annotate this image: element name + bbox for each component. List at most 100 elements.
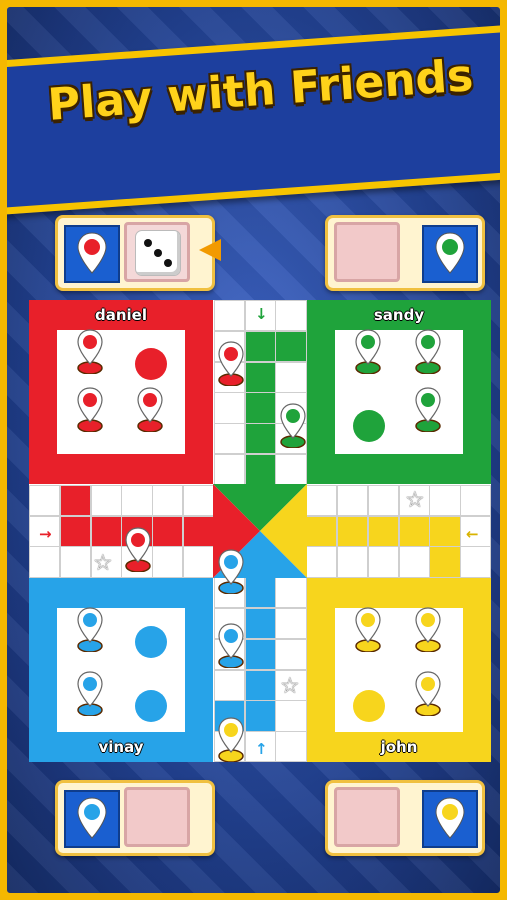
- map-pin-icon: [435, 797, 465, 839]
- board-square[interactable]: [275, 700, 307, 732]
- right-arrow-icon: →: [39, 525, 52, 543]
- yard-red: daniel: [29, 300, 213, 484]
- board-square[interactable]: [213, 392, 246, 424]
- board-square[interactable]: [213, 454, 246, 486]
- blue-token[interactable]: [216, 622, 244, 668]
- board-square[interactable]: [306, 484, 338, 517]
- dice-slot[interactable]: [124, 222, 190, 282]
- board-square[interactable]: [398, 546, 430, 578]
- board-square[interactable]: [275, 731, 307, 763]
- board-square[interactable]: [275, 300, 307, 332]
- board-square[interactable]: [59, 515, 92, 547]
- board-square[interactable]: [244, 608, 276, 640]
- yellow-player-pin: [422, 790, 478, 848]
- red-token[interactable]: [216, 340, 244, 386]
- green-token[interactable]: [278, 402, 306, 448]
- board-square[interactable]: [275, 638, 307, 671]
- red-token[interactable]: [75, 328, 103, 374]
- yellow-token[interactable]: [413, 606, 441, 652]
- board-square[interactable]: [367, 515, 400, 547]
- board-square[interactable]: [429, 546, 461, 578]
- yellow-token[interactable]: [413, 670, 441, 716]
- board-square[interactable]: [152, 484, 184, 517]
- red-token[interactable]: [123, 526, 151, 572]
- blue-token[interactable]: [216, 548, 244, 594]
- board-square[interactable]: [29, 546, 61, 578]
- player-name-blue: vinay: [98, 738, 144, 756]
- board-square[interactable]: [460, 484, 492, 517]
- board-square[interactable]: [90, 515, 122, 547]
- ludo-board: daniel sandy vinay john ☆ ☆ ☆ → ↓ ← ↑: [29, 300, 492, 763]
- board-square[interactable]: [244, 669, 276, 701]
- board-square[interactable]: [152, 546, 184, 578]
- map-pin-icon: [435, 232, 465, 274]
- dice-slot[interactable]: [334, 787, 400, 847]
- board-square[interactable]: [213, 669, 246, 701]
- board-square[interactable]: [244, 392, 276, 424]
- blue-token[interactable]: [75, 606, 103, 652]
- dice-dock-red: [55, 215, 215, 291]
- board-square[interactable]: [244, 577, 276, 609]
- board-square[interactable]: [121, 484, 153, 517]
- board-square[interactable]: [306, 546, 338, 578]
- board-square[interactable]: [59, 546, 92, 578]
- yard-slot: [135, 348, 167, 380]
- board-square[interactable]: [460, 546, 492, 578]
- board-square[interactable]: [337, 515, 369, 547]
- board-square[interactable]: [275, 577, 307, 609]
- left-arrow-icon: ←: [466, 525, 479, 543]
- board-square[interactable]: [275, 361, 307, 393]
- board-square[interactable]: [244, 423, 276, 455]
- board-square[interactable]: [367, 484, 400, 517]
- board-square[interactable]: [59, 484, 92, 517]
- red-token[interactable]: [75, 386, 103, 432]
- map-pin-icon: [77, 232, 107, 274]
- board-square[interactable]: [244, 361, 276, 393]
- green-token[interactable]: [353, 328, 381, 374]
- yellow-token[interactable]: [353, 606, 381, 652]
- star-icon: ☆: [93, 551, 113, 576]
- board-square[interactable]: [183, 484, 215, 517]
- board-square[interactable]: [244, 330, 276, 363]
- board-square[interactable]: [183, 546, 215, 578]
- blue-token[interactable]: [75, 670, 103, 716]
- board-square[interactable]: [29, 484, 61, 517]
- green-token[interactable]: [413, 386, 441, 432]
- board-square[interactable]: [367, 546, 400, 578]
- board-square[interactable]: [244, 700, 276, 732]
- board-square[interactable]: [244, 454, 276, 486]
- board-square[interactable]: [213, 423, 246, 455]
- green-token[interactable]: [413, 328, 441, 374]
- board-square[interactable]: [337, 546, 369, 578]
- up-arrow-icon: ↑: [255, 740, 268, 758]
- board-square[interactable]: [152, 515, 184, 547]
- board-square[interactable]: [275, 608, 307, 640]
- board-square[interactable]: [306, 515, 338, 547]
- map-pin-icon: [77, 797, 107, 839]
- board-square[interactable]: [398, 515, 430, 547]
- board-square[interactable]: [275, 454, 307, 486]
- board-square[interactable]: [429, 515, 461, 547]
- yard-yellow: john: [307, 578, 491, 762]
- board-square[interactable]: [429, 484, 461, 517]
- dice-icon[interactable]: [135, 230, 181, 276]
- yard-slot: [135, 690, 167, 722]
- yard-blue: vinay: [29, 578, 213, 762]
- board-square[interactable]: [183, 515, 215, 547]
- dice-slot[interactable]: [334, 222, 400, 282]
- board-square[interactable]: [275, 330, 307, 363]
- red-token[interactable]: [135, 386, 163, 432]
- board-square[interactable]: [90, 484, 122, 517]
- board-square[interactable]: [337, 484, 369, 517]
- down-arrow-icon: ↓: [255, 305, 268, 323]
- star-icon: ☆: [405, 488, 425, 513]
- red-player-pin: [64, 225, 120, 283]
- dice-dock-yellow: [325, 780, 485, 856]
- yard-slot: [353, 690, 385, 722]
- dice-slot[interactable]: [124, 787, 190, 847]
- player-name-red: daniel: [95, 306, 147, 324]
- board-square[interactable]: [213, 300, 246, 332]
- star-icon: ☆: [280, 674, 300, 699]
- yellow-token[interactable]: [216, 716, 244, 762]
- board-square[interactable]: [244, 638, 276, 671]
